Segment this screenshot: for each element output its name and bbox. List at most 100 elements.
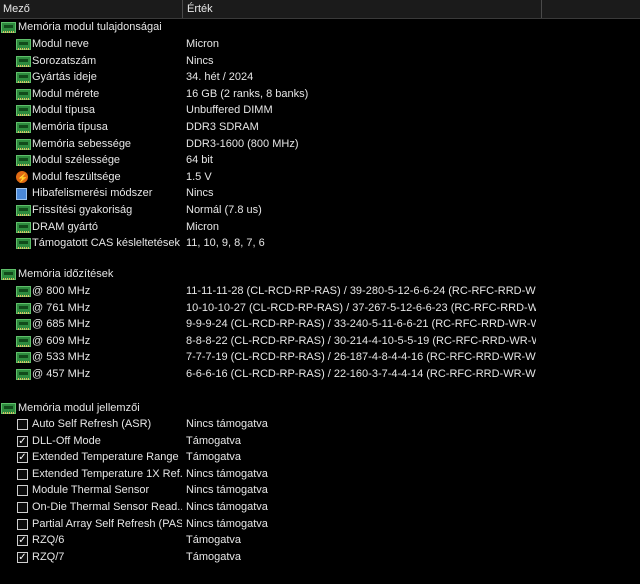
section-header-features[interactable]: Memória modul jellemzői (0, 400, 640, 416)
section-header-props[interactable]: Memória modul tulajdonságai (0, 19, 640, 35)
checkbox-unchecked[interactable] (17, 485, 28, 497)
memory-module-icon (16, 105, 31, 117)
feature-value: Támogatva (186, 534, 242, 547)
property-label: Modul szélessége (32, 154, 121, 167)
property-label: Sorozatszám (32, 54, 97, 67)
feature-label: RZQ/7 (32, 550, 65, 563)
memory-module-icon (1, 269, 16, 280)
property-label: Memória sebessége (32, 137, 132, 150)
checkbox-checked[interactable]: ✓ (17, 535, 28, 547)
checkbox-unchecked[interactable] (17, 502, 28, 513)
checkbox-checked[interactable]: ✓ (17, 452, 28, 464)
property-value: 34. hét / 2024 (186, 71, 254, 84)
memory-module-icon (16, 319, 31, 331)
property-row[interactable]: Hibafelismerési módszer Nincs (0, 185, 640, 201)
timing-row[interactable]: @ 800 MHz 11-11-11-28 (CL-RCD-RP-RAS) / 3… (0, 283, 640, 299)
section-title: Memória modul jellemzői (18, 402, 140, 414)
property-value: DDR3 SDRAM (186, 121, 259, 133)
property-row[interactable]: Memória típusa DDR3 SDRAM (0, 119, 640, 135)
error-detection-icon (16, 188, 27, 201)
timing-row[interactable]: @ 761 MHz 10-10-10-27 (CL-RCD-RP-RAS) / 3… (0, 300, 640, 316)
property-label: Frissítési gyakoriság (32, 204, 133, 216)
property-row[interactable]: Modul neve Micron (0, 36, 640, 52)
feature-label: Extended Temperature 1X Ref... (32, 467, 182, 480)
property-label: Modul mérete (32, 87, 100, 100)
property-row[interactable]: Modul feszültsége 1.5 V (0, 169, 640, 186)
feature-label: RZQ/6 (32, 534, 65, 547)
property-row[interactable]: Gyártás ideje 34. hét / 2024 (0, 69, 640, 85)
feature-row[interactable]: ✓ DLL-Off Mode Támogatva (0, 433, 640, 449)
feature-value: Nincs támogatva (186, 467, 268, 480)
property-row[interactable]: DRAM gyártó Micron (0, 219, 640, 235)
feature-row[interactable]: ✓ RZQ/6 Támogatva (0, 532, 640, 548)
property-label: Memória típusa (32, 121, 108, 133)
timing-value: 8-8-8-22 (CL-RCD-RP-RAS) / 30-214-4-10-5… (186, 334, 536, 347)
checkbox-unchecked[interactable] (17, 518, 28, 530)
property-row[interactable]: Modul szélessége 64 bit (0, 152, 640, 168)
feature-label: Partial Array Self Refresh (PASR) (32, 517, 182, 530)
feature-row[interactable]: ✓ Extended Temperature Range Támogatva (0, 449, 640, 465)
property-label: Hibafelismerési módszer (32, 187, 153, 200)
feature-value: Támogatva (186, 550, 242, 563)
column-divider[interactable] (182, 0, 183, 18)
timing-value: 7-7-7-19 (CL-RCD-RP-RAS) / 26-187-4-8-4-… (186, 351, 536, 364)
property-row[interactable]: Modul mérete 16 GB (2 ranks, 8 banks) (0, 86, 640, 102)
property-value: 11, 10, 9, 8, 7, 6 (186, 237, 265, 250)
timing-label: @ 457 MHz (32, 368, 91, 380)
voltage-icon (16, 170, 28, 186)
feature-label: Auto Self Refresh (ASR) (32, 418, 152, 430)
feature-row[interactable]: ✓ RZQ/7 Támogatva (0, 549, 640, 565)
memory-module-icon (16, 302, 31, 314)
memory-module-icon (16, 369, 31, 380)
memory-module-icon (16, 122, 31, 133)
memory-module-icon (16, 238, 31, 250)
timing-row[interactable]: @ 457 MHz 6-6-6-16 (CL-RCD-RP-RAS) / 22-1… (0, 366, 640, 382)
timing-value: 9-9-9-24 (CL-RCD-RP-RAS) / 33-240-5-11-6… (186, 318, 536, 331)
property-value: Micron (186, 38, 220, 50)
section-title: Memória modul tulajdonságai (18, 21, 162, 33)
feature-row[interactable]: Auto Self Refresh (ASR) Nincs támogatva (0, 416, 640, 432)
timing-value: 11-11-11-28 (CL-RCD-RP-RAS) / 39-280-5-1… (186, 285, 536, 297)
memory-module-icon (16, 335, 31, 347)
column-header-value[interactable]: Érték (184, 0, 542, 18)
timing-value: 6-6-6-16 (CL-RCD-RP-RAS) / 22-160-3-7-4-… (186, 368, 536, 380)
property-row[interactable]: Modul típusa Unbuffered DIMM (0, 102, 640, 118)
property-row[interactable]: Memória sebessége DDR3-1600 (800 MHz) (0, 136, 640, 152)
property-value: Unbuffered DIMM (186, 104, 273, 117)
property-value: DDR3-1600 (800 MHz) (186, 137, 299, 150)
timing-row[interactable]: @ 685 MHz 9-9-9-24 (CL-RCD-RP-RAS) / 33-2… (0, 316, 640, 332)
checkbox-checked[interactable]: ✓ (17, 551, 28, 563)
checkbox-checked[interactable]: ✓ (17, 435, 28, 447)
column-header-field[interactable]: Mező (0, 0, 183, 18)
timing-row[interactable]: @ 533 MHz 7-7-7-19 (CL-RCD-RP-RAS) / 26-1… (0, 349, 640, 365)
property-value: 64 bit (186, 154, 213, 167)
property-row[interactable]: Támogatott CAS késleltetések 11, 10, 9, 8… (0, 235, 640, 251)
property-value: 16 GB (2 ranks, 8 banks) (186, 87, 309, 100)
timing-label: @ 761 MHz (32, 301, 91, 314)
memory-module-icon (1, 403, 16, 414)
feature-row[interactable]: Partial Array Self Refresh (PASR) Nincs t… (0, 516, 640, 532)
property-label: DRAM gyártó (32, 220, 99, 233)
checkbox-unchecked[interactable] (17, 468, 28, 480)
feature-value: Támogatva (186, 451, 242, 464)
feature-label: DLL-Off Mode (32, 434, 101, 447)
property-value: Nincs (186, 187, 214, 200)
timing-label: @ 800 MHz (32, 285, 91, 297)
feature-row[interactable]: Extended Temperature 1X Ref... Nincs támo… (0, 466, 640, 482)
column-header: Mező Érték (0, 0, 640, 19)
checkbox-unchecked[interactable] (17, 419, 28, 430)
timing-label: @ 609 MHz (32, 334, 91, 347)
column-divider[interactable] (541, 0, 542, 18)
feature-label: Extended Temperature Range (32, 451, 179, 464)
memory-module-icon (16, 88, 31, 100)
feature-row[interactable]: On-Die Thermal Sensor Read... Nincs támog… (0, 499, 640, 515)
timing-row[interactable]: @ 609 MHz 8-8-8-22 (CL-RCD-RP-RAS) / 30-2… (0, 333, 640, 349)
property-label: Támogatott CAS késleltetések (32, 237, 180, 250)
memory-module-icon (16, 72, 31, 84)
property-value: Nincs (186, 54, 214, 67)
section-header-timings[interactable]: Memória időzítések (0, 266, 640, 282)
property-row[interactable]: Sorozatszám Nincs (0, 53, 640, 69)
feature-row[interactable]: Module Thermal Sensor Nincs támogatva (0, 482, 640, 498)
property-row[interactable]: Frissítési gyakoriság Normál (7.8 us) (0, 202, 640, 218)
memory-module-icon (16, 205, 31, 216)
